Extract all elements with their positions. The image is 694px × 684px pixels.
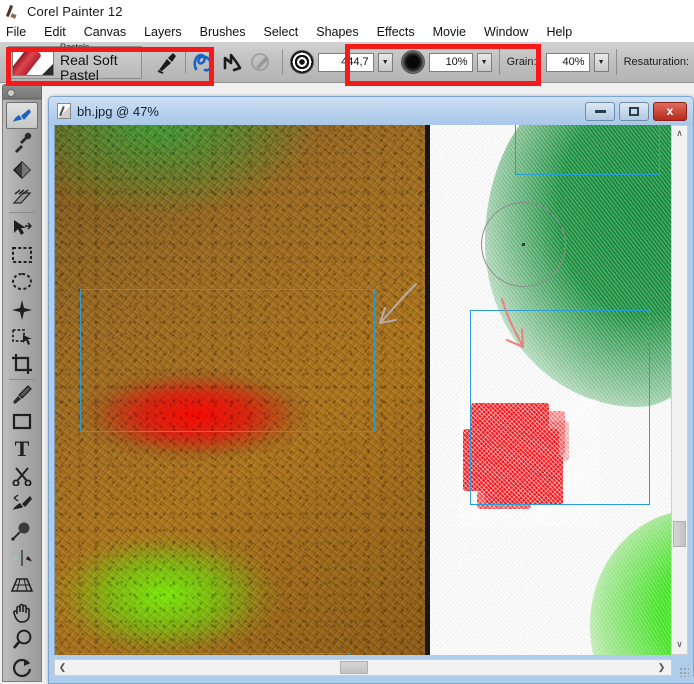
- scroll-down-arrow-icon[interactable]: ∨: [672, 637, 687, 652]
- grain-control[interactable]: Grain: 40% ▼: [506, 52, 609, 72]
- grain-chevron-down-icon[interactable]: ▼: [593, 52, 609, 72]
- eraser-tool[interactable]: [6, 184, 38, 211]
- pen-tool[interactable]: [6, 381, 38, 408]
- menu-help[interactable]: Help: [537, 22, 581, 42]
- white-paper-with-pastel-strokes: [430, 125, 672, 655]
- text-tool[interactable]: T: [6, 435, 38, 462]
- menu-brushes[interactable]: Brushes: [191, 22, 255, 42]
- horizontal-scroll-thumb[interactable]: [340, 661, 368, 674]
- scissors-tool[interactable]: [6, 463, 38, 490]
- canvas-speckle-texture: [55, 125, 425, 655]
- crop-tool[interactable]: [6, 351, 38, 378]
- scroll-right-arrow-icon[interactable]: ❯: [654, 660, 669, 675]
- menu-movie[interactable]: Movie: [424, 22, 475, 42]
- close-button[interactable]: x: [653, 101, 687, 121]
- menu-select[interactable]: Select: [254, 22, 307, 42]
- dropper-tool[interactable]: [6, 129, 38, 156]
- brush-property-bar: Pastels Real Soft Pastel 444,7 ▼ 10% ▼ G…: [0, 42, 694, 83]
- menu-effects[interactable]: Effects: [368, 22, 424, 42]
- resaturation-label: Resaturation:: [623, 56, 689, 68]
- rectangular-selection-tool[interactable]: [6, 242, 38, 269]
- scroll-up-arrow-icon[interactable]: ∧: [672, 126, 687, 141]
- opacity-dab-icon: [400, 50, 425, 74]
- brush-size-icon: [289, 50, 314, 74]
- shape-selection-tool[interactable]: [6, 490, 38, 517]
- dab-tool[interactable]: [6, 517, 38, 544]
- brush-opacity-value[interactable]: 10%: [428, 52, 473, 72]
- grain-label: Grain:: [506, 56, 537, 68]
- maximize-icon: [629, 106, 639, 116]
- rotate-page-tool[interactable]: [6, 654, 38, 681]
- tool-palette-grip[interactable]: [2, 84, 42, 99]
- menu-shapes[interactable]: Shapes: [307, 22, 367, 42]
- scroll-left-arrow-icon[interactable]: ❮: [55, 660, 70, 675]
- mirror-painting-tool[interactable]: [6, 545, 38, 572]
- application-titlebar: Corel Painter 12: [0, 0, 694, 22]
- red-pastel-stroke: [459, 399, 599, 527]
- brush-selector[interactable]: Pastels Real Soft Pastel: [8, 42, 142, 82]
- minimize-button[interactable]: [585, 101, 615, 121]
- stroke-method-icons: [154, 48, 275, 76]
- menu-file[interactable]: File: [0, 22, 35, 42]
- horizontal-scrollbar[interactable]: ❮ ❯: [54, 659, 672, 676]
- minimize-icon: [594, 109, 606, 113]
- tool-palette: T: [2, 99, 42, 682]
- menu-layers[interactable]: Layers: [135, 22, 191, 42]
- brush-size-value[interactable]: 444,7: [317, 52, 374, 72]
- brush-size-control[interactable]: 444,7 ▼: [289, 50, 393, 74]
- document-title: bh.jpg @ 47%: [77, 103, 159, 119]
- window-resize-grip[interactable]: [679, 667, 689, 677]
- menu-canvas[interactable]: Canvas: [75, 22, 135, 42]
- document-titlebar[interactable]: bh.jpg @ 47% x: [49, 97, 693, 125]
- vertical-scroll-thumb[interactable]: [673, 521, 686, 547]
- magnifier-tool[interactable]: [6, 626, 38, 653]
- round-brush-cursor: [481, 202, 566, 287]
- brush-stroke-icon[interactable]: [154, 48, 180, 76]
- brush-category-label: Pastels: [60, 41, 90, 52]
- canvas-viewport[interactable]: [54, 125, 672, 655]
- vertical-scrollbar[interactable]: ∧ ∨: [671, 125, 688, 655]
- document-window: bh.jpg @ 47% x ∧ ∨ ❮ ❯: [48, 96, 694, 684]
- document-icon: [57, 103, 71, 119]
- straight-line-stroke-icon[interactable]: [220, 48, 246, 76]
- freehand-stroke-icon[interactable]: [191, 48, 217, 76]
- menu-window[interactable]: Window: [475, 22, 537, 42]
- brush-size-chevron-down-icon[interactable]: ▼: [377, 52, 393, 72]
- resaturation-control[interactable]: Resaturation:: [624, 56, 694, 68]
- magic-wand-tool[interactable]: [6, 296, 38, 323]
- menubar: File Edit Canvas Layers Brushes Select S…: [0, 22, 694, 42]
- brush-blend-icon[interactable]: [249, 48, 275, 76]
- pastel-stick-icon: [12, 48, 54, 76]
- application-title: Corel Painter 12: [27, 3, 123, 19]
- corel-painter-window: Corel Painter 12 File Edit Canvas Layers…: [0, 0, 694, 684]
- maximize-button[interactable]: [619, 101, 649, 121]
- paint-bucket-tool[interactable]: [6, 157, 38, 184]
- document-bottom-strip: [49, 677, 694, 683]
- selection-adjuster-tool[interactable]: [6, 323, 38, 350]
- brush-opacity-chevron-down-icon[interactable]: ▼: [476, 52, 492, 72]
- paintbrush-icon: [6, 4, 21, 19]
- grain-value[interactable]: 40%: [545, 52, 590, 72]
- brush-opacity-control[interactable]: 10% ▼: [400, 50, 492, 74]
- window-buttons: x: [585, 101, 693, 121]
- lasso-tool[interactable]: [6, 269, 38, 296]
- brush-variant-label: Real Soft Pastel: [60, 51, 118, 83]
- layer-adjuster-tool[interactable]: [6, 214, 38, 241]
- rectangular-shape-tool[interactable]: [6, 408, 38, 435]
- grabber-hand-tool[interactable]: [6, 599, 38, 626]
- menu-edit[interactable]: Edit: [35, 22, 75, 42]
- blurred-textured-artwork: [55, 125, 425, 655]
- brush-tool[interactable]: [6, 102, 38, 130]
- perspective-grid-tool[interactable]: [6, 572, 38, 599]
